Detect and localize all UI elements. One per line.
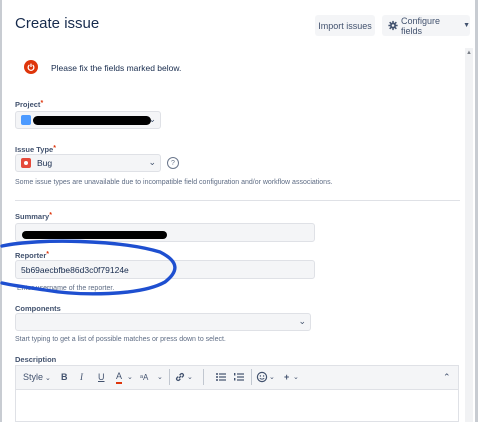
more-formatting-button[interactable]: ᵃA — [140, 371, 148, 384]
project-avatar-icon — [21, 115, 31, 125]
section-divider — [15, 200, 460, 201]
chevron-down-icon[interactable]: ⌄ — [293, 371, 299, 384]
collapse-icon[interactable]: ⌃ — [443, 371, 451, 384]
numbered-list-button[interactable] — [233, 371, 245, 387]
dialog-title: Create issue — [15, 15, 100, 32]
required-marker: * — [40, 100, 44, 107]
dialog-scrollbar[interactable] — [465, 48, 473, 422]
reporter-label: Reporter* — [15, 251, 49, 260]
issue-type-label: Issue Type* — [15, 145, 56, 154]
issue-type-hint: Some issue types are unavailable due to … — [15, 179, 333, 186]
components-label: Components — [15, 304, 61, 313]
numbered-list-icon — [234, 373, 244, 381]
components-select[interactable]: ⌄ — [15, 313, 311, 331]
help-icon[interactable]: ? — [167, 157, 179, 169]
text-color-button[interactable]: A — [116, 371, 123, 384]
redacted-summary-text — [22, 231, 167, 239]
scroll-up-arrow-icon[interactable]: ▲ — [466, 50, 472, 56]
reporter-value: 5b69aecbfbe86d3c0f79124e — [21, 264, 129, 275]
configure-fields-label: Configure fields — [401, 15, 441, 36]
bold-button[interactable]: B — [61, 371, 68, 384]
italic-button[interactable]: I — [80, 371, 83, 384]
underline-button[interactable]: U — [98, 371, 105, 384]
redacted-project-name — [33, 116, 151, 125]
chevron-down-icon[interactable]: ⌄ — [127, 371, 133, 384]
description-editor[interactable] — [15, 389, 459, 422]
toolbar-separator — [169, 369, 170, 385]
chevron-down-icon[interactable]: ⌄ — [269, 371, 275, 384]
required-marker: * — [53, 145, 56, 152]
description-label: Description — [15, 355, 57, 364]
project-label: Project* — [15, 100, 44, 109]
configure-fields-button[interactable]: Configure fields ▼ — [382, 15, 470, 36]
style-dropdown[interactable]: Style ⌄ — [23, 371, 51, 385]
insert-button[interactable]: + — [284, 371, 289, 384]
bug-icon — [21, 158, 31, 168]
link-icon — [175, 372, 185, 382]
required-marker: * — [49, 212, 52, 219]
issue-type-select[interactable]: Bug ⌄ — [15, 154, 161, 172]
error-icon — [24, 60, 38, 74]
import-issues-button[interactable]: Import issues — [315, 15, 375, 36]
summary-input[interactable] — [15, 223, 315, 242]
chevron-down-icon: ⌄ — [148, 157, 156, 167]
issue-type-value: Bug — [37, 158, 53, 168]
project-select[interactable]: ⌄ — [15, 111, 161, 129]
gear-icon — [388, 20, 398, 31]
chevron-down-icon: ⌄ — [298, 316, 306, 326]
reporter-input[interactable]: 5b69aecbfbe86d3c0f79124e — [15, 260, 315, 279]
chevron-down-icon: ⌄ — [148, 114, 156, 124]
summary-label: Summary* — [15, 212, 52, 221]
chevron-down-icon: ▼ — [463, 22, 470, 29]
editor-toolbar: Style ⌄ B I U A ⌄ ᵃA ⌄ ⌄ ⌄ + ⌄ ⌃ — [15, 365, 459, 389]
reporter-hint: Enter username of the reporter. — [17, 285, 115, 292]
required-marker: * — [46, 251, 49, 258]
bullet-list-button[interactable] — [215, 371, 227, 387]
link-button[interactable] — [174, 371, 186, 387]
emoji-button[interactable] — [256, 371, 268, 387]
components-hint: Start typing to get a list of possible m… — [15, 336, 226, 343]
bullet-list-icon — [216, 373, 226, 381]
chevron-down-icon[interactable]: ⌄ — [187, 371, 193, 384]
error-message: Please fix the fields marked below. — [51, 63, 182, 73]
toolbar-separator — [251, 369, 252, 385]
chevron-down-icon[interactable]: ⌄ — [157, 371, 163, 384]
window-border-left — [0, 0, 2, 422]
toolbar-separator — [203, 369, 204, 385]
emoji-icon — [256, 371, 268, 383]
